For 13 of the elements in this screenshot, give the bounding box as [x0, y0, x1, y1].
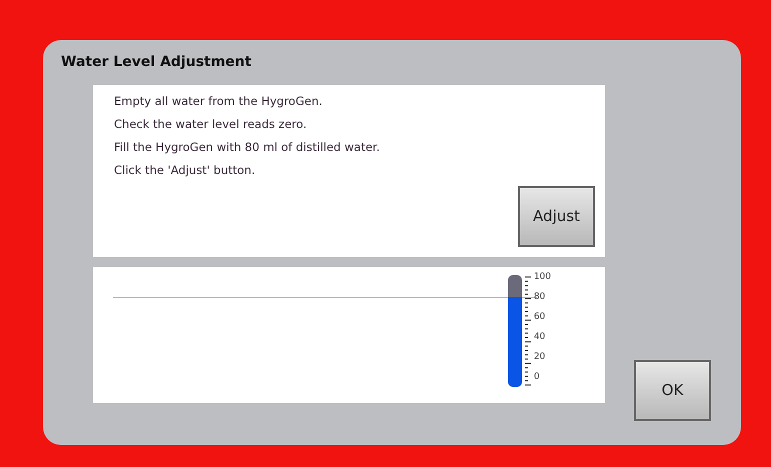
instruction-text: Click the 'Adjust' button. [114, 163, 256, 177]
scale-label: 80 [534, 291, 546, 303]
instruction-text: Empty all water from the HygroGen. [114, 94, 324, 108]
instruction-text: Fill the HygroGen with 80 ml of distilled water. [114, 140, 381, 154]
scale-label: 20 [534, 351, 546, 363]
scale-label: 40 [534, 331, 546, 343]
dialog-title: Water Level Adjustment [61, 53, 252, 72]
scale-label: 60 [534, 311, 546, 323]
scale-label: 0 [534, 371, 541, 383]
instruction-text: Check the water level reads zero. [114, 117, 308, 131]
adjust-button[interactable]: Adjust [518, 186, 595, 247]
ok-button[interactable]: OK [634, 360, 711, 421]
scale-label: 100 [534, 271, 551, 283]
